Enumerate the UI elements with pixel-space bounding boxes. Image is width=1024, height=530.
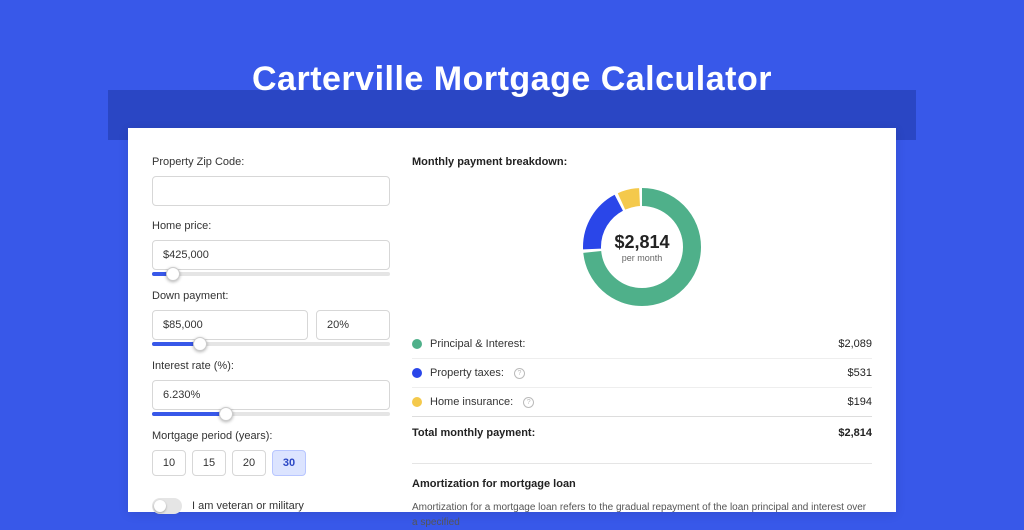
rate-slider[interactable]: [152, 412, 390, 416]
legend-list: Principal & Interest: $2,089 Property taxe…: [412, 330, 872, 416]
rate-row: Interest rate (%):: [152, 360, 398, 416]
price-input[interactable]: [152, 240, 390, 270]
rate-slider-thumb[interactable]: [219, 407, 233, 421]
donut-center-sub: per month: [622, 253, 663, 263]
price-row: Home price:: [152, 220, 398, 276]
period-row: Mortgage period (years): 10152030: [152, 430, 398, 476]
legend-value: $194: [848, 396, 872, 408]
legend-label: Home insurance:: [430, 396, 513, 408]
zip-row: Property Zip Code:: [152, 156, 398, 206]
price-slider[interactable]: [152, 272, 390, 276]
info-icon[interactable]: ?: [523, 397, 534, 408]
legend-row: Principal & Interest: $2,089: [412, 330, 872, 359]
toggle-knob: [154, 500, 166, 512]
info-icon[interactable]: ?: [514, 368, 525, 379]
zip-label: Property Zip Code:: [152, 156, 398, 168]
total-label: Total monthly payment:: [412, 427, 535, 439]
total-value: $2,814: [838, 427, 872, 439]
legend-dot: [412, 368, 422, 378]
input-panel: Property Zip Code: Home price: Down paym…: [128, 128, 398, 512]
period-btn-30[interactable]: 30: [272, 450, 306, 476]
period-btn-10[interactable]: 10: [152, 450, 186, 476]
donut-center-amount: $2,814: [614, 232, 669, 253]
down-amount-input[interactable]: [152, 310, 308, 340]
period-buttons: 10152030: [152, 450, 398, 476]
veteran-label: I am veteran or military: [192, 500, 304, 512]
down-slider-thumb[interactable]: [193, 337, 207, 351]
period-label: Mortgage period (years):: [152, 430, 398, 442]
legend-row: Home insurance:? $194: [412, 388, 872, 416]
breakdown-title: Monthly payment breakdown:: [412, 156, 872, 168]
amortization-text: Amortization for a mortgage loan refers …: [412, 500, 872, 530]
zip-input[interactable]: [152, 176, 390, 206]
legend-dot: [412, 397, 422, 407]
down-slider[interactable]: [152, 342, 390, 346]
price-slider-thumb[interactable]: [166, 267, 180, 281]
amortization-title: Amortization for mortgage loan: [412, 478, 872, 490]
payment-donut-chart: $2,814 per month: [577, 182, 707, 312]
calculator-card: Property Zip Code: Home price: Down paym…: [128, 128, 896, 512]
down-row: Down payment:: [152, 290, 398, 346]
legend-label: Principal & Interest:: [430, 338, 525, 350]
amortization-section: Amortization for mortgage loan Amortizat…: [412, 463, 872, 530]
period-btn-20[interactable]: 20: [232, 450, 266, 476]
legend-dot: [412, 339, 422, 349]
rate-slider-fill: [152, 412, 226, 416]
rate-input[interactable]: [152, 380, 390, 410]
legend-row: Property taxes:? $531: [412, 359, 872, 388]
breakdown-panel: Monthly payment breakdown: $2,814 per mo…: [398, 128, 896, 512]
page-title: Carterville Mortgage Calculator: [0, 60, 1024, 99]
price-label: Home price:: [152, 220, 398, 232]
down-label: Down payment:: [152, 290, 398, 302]
rate-label: Interest rate (%):: [152, 360, 398, 372]
legend-value: $531: [848, 367, 872, 379]
legend-value: $2,089: [838, 338, 872, 350]
legend-label: Property taxes:: [430, 367, 504, 379]
period-btn-15[interactable]: 15: [192, 450, 226, 476]
down-percent-input[interactable]: [316, 310, 390, 340]
total-row: Total monthly payment: $2,814: [412, 416, 872, 449]
